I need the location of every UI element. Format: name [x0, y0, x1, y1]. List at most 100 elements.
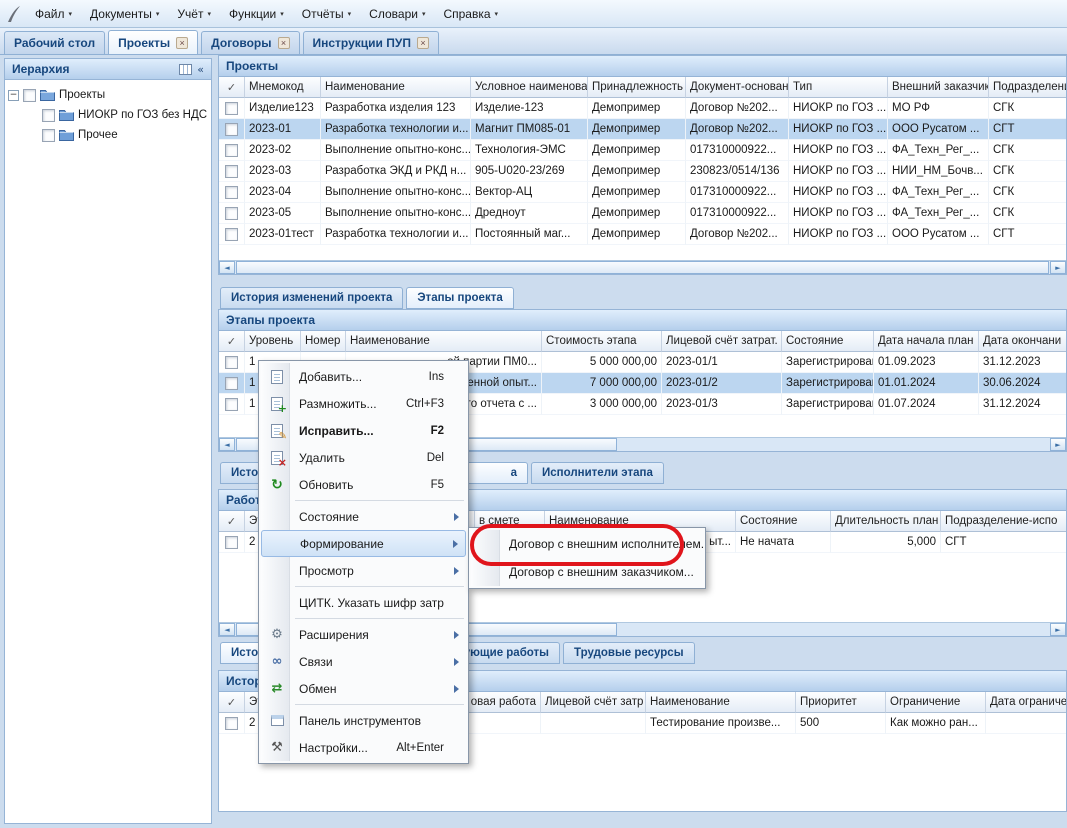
menu-item-delete[interactable]: Удалить Del — [261, 444, 466, 471]
tab-labor-resources[interactable]: Трудовые ресурсы — [563, 642, 695, 664]
menu-item-formation[interactable]: Формирование — [261, 530, 466, 557]
submenu-item-external-customer-contract[interactable]: Договор с внешним заказчиком... — [471, 558, 703, 586]
table-row[interactable]: 2023-01Разработка технологии и...Магнит … — [219, 119, 1066, 140]
scroll-right-button[interactable]: ► — [1050, 261, 1066, 274]
menu-item-toolbar[interactable]: Панель инструментов — [261, 707, 466, 734]
column-header[interactable]: Длительность план▼ — [831, 511, 941, 532]
column-header[interactable]: Условное наименова — [471, 77, 588, 98]
menu-item-add[interactable]: Добавить... Ins — [261, 363, 466, 390]
tab-projects[interactable]: Проекты× — [108, 30, 198, 54]
tab-stage-executors[interactable]: Исполнители этапа — [531, 462, 664, 484]
column-header[interactable]: Дата начала план — [874, 331, 979, 352]
menu-item-view[interactable]: Просмотр — [261, 557, 466, 584]
tab-project-history[interactable]: История изменений проекта — [220, 287, 403, 309]
column-header[interactable]: Дата окончани — [979, 331, 1066, 352]
row-checkbox[interactable] — [225, 165, 238, 178]
row-checkbox[interactable] — [225, 356, 238, 369]
column-header[interactable]: Дата ограничени — [986, 692, 1066, 713]
column-header[interactable]: Состояние — [782, 331, 874, 352]
table-row[interactable]: 2023-03Разработка ЭКД и РКД н...905-U020… — [219, 161, 1066, 182]
menu-item-citk[interactable]: ЦИТК. Указать шифр затрат... — [261, 589, 466, 616]
scroll-left-button[interactable]: ◄ — [219, 261, 235, 274]
column-header[interactable]: Состояние — [736, 511, 831, 532]
menu-reports[interactable]: Отчёты▾ — [293, 3, 360, 25]
column-header[interactable]: Наименование — [346, 331, 542, 352]
column-header[interactable]: Ограничение — [886, 692, 986, 713]
table-row[interactable]: 2023-02Выполнение опытно-конс...Технолог… — [219, 140, 1066, 161]
submenu-item-external-executor-contract[interactable]: Договор с внешним исполнителем... — [471, 530, 703, 558]
table-row[interactable]: Изделие123Разработка изделия 123Изделие-… — [219, 98, 1066, 119]
tab-desktop[interactable]: Рабочий стол — [4, 31, 105, 54]
menu-dictionaries[interactable]: Словари▾ — [360, 3, 434, 25]
row-checkbox[interactable] — [225, 102, 238, 115]
menu-item-exchange[interactable]: Обмен — [261, 675, 466, 702]
row-checkbox[interactable] — [225, 717, 238, 730]
table-row[interactable]: 2023-05Выполнение опытно-конс...Дредноут… — [219, 203, 1066, 224]
tree-checkbox[interactable] — [23, 89, 36, 102]
column-header[interactable]: Принадлежность — [588, 77, 686, 98]
row-checkbox[interactable] — [225, 228, 238, 241]
select-all-column-header[interactable]: ✓ — [219, 77, 245, 98]
tree-node-other[interactable]: Прочее — [8, 125, 208, 145]
table-row[interactable]: 2023-01тестРазработка технологии и...Пос… — [219, 224, 1066, 245]
tree-node-niokr[interactable]: НИОКР по ГОЗ без НДС — [8, 105, 208, 125]
menu-functions[interactable]: Функции▾ — [220, 3, 293, 25]
close-tab-icon[interactable]: × — [278, 37, 290, 49]
row-checkbox[interactable] — [225, 123, 238, 136]
table-row[interactable]: 2023-04Выполнение опытно-конс...Вектор-А… — [219, 182, 1066, 203]
tree-checkbox[interactable] — [42, 129, 55, 142]
scroll-right-button[interactable]: ► — [1050, 623, 1066, 636]
menu-item-state[interactable]: Состояние — [261, 503, 466, 530]
row-checkbox[interactable] — [225, 207, 238, 220]
menu-item-extensions[interactable]: Расширения — [261, 621, 466, 648]
column-header[interactable]: Мнемокод — [245, 77, 321, 98]
horizontal-scrollbar[interactable]: ◄ ► — [219, 260, 1066, 274]
menu-item-edit[interactable]: Исправить... F2 — [261, 417, 466, 444]
scroll-left-button[interactable]: ◄ — [219, 438, 235, 451]
tab-instructions[interactable]: Инструкции ПУП× — [303, 31, 439, 54]
menu-item-links[interactable]: Связи — [261, 648, 466, 675]
column-header[interactable]: Подразделение — [989, 77, 1066, 98]
scroll-left-button[interactable]: ◄ — [219, 623, 235, 636]
close-tab-icon[interactable]: × — [176, 37, 188, 49]
collapse-sidebar-icon[interactable]: « — [197, 63, 204, 76]
scroll-right-button[interactable]: ► — [1050, 438, 1066, 451]
close-tab-icon[interactable]: × — [417, 37, 429, 49]
menu-documents[interactable]: Документы▾ — [81, 3, 168, 25]
tree-checkbox[interactable] — [42, 109, 55, 122]
select-all-column-header[interactable]: ✓ — [219, 331, 245, 352]
select-all-column-header[interactable]: ✓ — [219, 692, 245, 713]
row-checkbox[interactable] — [225, 144, 238, 157]
row-checkbox[interactable] — [225, 186, 238, 199]
tree-node-projects[interactable]: − Проекты — [8, 85, 208, 105]
menu-help[interactable]: Справка▾ — [434, 3, 507, 25]
column-header[interactable]: Наименование — [321, 77, 471, 98]
menu-item-settings[interactable]: Настройки... Alt+Enter — [261, 734, 466, 761]
scrollbar-thumb[interactable] — [236, 261, 1049, 274]
row-checkbox[interactable] — [225, 377, 238, 390]
column-header[interactable]: Внешний заказчик — [888, 77, 989, 98]
checkbox-cell — [219, 161, 245, 182]
column-header[interactable]: Номер — [301, 331, 346, 352]
column-header[interactable]: Лицевой счёт затрат. — [662, 331, 782, 352]
menu-accounting[interactable]: Учёт▾ — [168, 3, 220, 25]
tab-contracts[interactable]: Договоры× — [201, 31, 299, 54]
toolbar-icon — [268, 712, 286, 730]
menu-file[interactable]: Файл▾ — [26, 3, 81, 25]
column-header[interactable]: Подразделение-испо — [941, 511, 1066, 532]
menu-item-duplicate[interactable]: Размножить... Ctrl+F3 — [261, 390, 466, 417]
row-checkbox[interactable] — [225, 398, 238, 411]
column-header[interactable]: Стоимость этапа — [542, 331, 662, 352]
tree-expander-icon[interactable]: − — [8, 90, 19, 101]
columns-view-icon[interactable] — [179, 64, 192, 75]
tab-project-stages[interactable]: Этапы проекта — [406, 287, 513, 309]
row-checkbox[interactable] — [225, 536, 238, 549]
select-all-column-header[interactable]: ✓ — [219, 511, 245, 532]
column-header[interactable]: Документ-основан — [686, 77, 789, 98]
column-header[interactable]: Лицевой счёт затр — [541, 692, 646, 713]
column-header[interactable]: Наименование — [646, 692, 796, 713]
menu-item-refresh[interactable]: Обновить F5 — [261, 471, 466, 498]
column-header[interactable]: Приоритет — [796, 692, 886, 713]
column-header[interactable]: Уровень — [245, 331, 301, 352]
column-header[interactable]: Тип — [789, 77, 888, 98]
